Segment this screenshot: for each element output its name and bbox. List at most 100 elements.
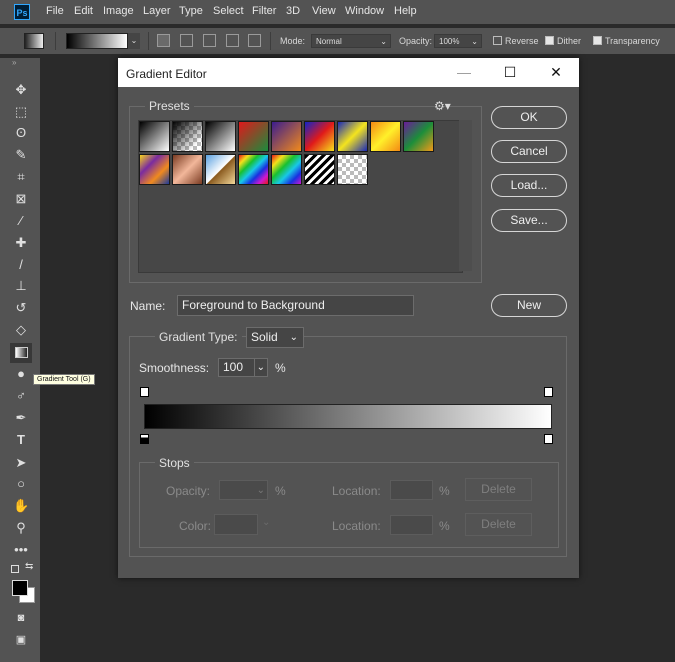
default-colors-icon[interactable] [11, 565, 19, 573]
menu-edit[interactable]: Edit [74, 5, 93, 17]
menu-3d[interactable]: 3D [286, 5, 300, 17]
preset-swatch[interactable] [271, 154, 302, 185]
preset-swatch[interactable] [139, 154, 170, 185]
lasso-tool-icon[interactable]: ʘ [13, 125, 29, 141]
linear-gradient-icon[interactable] [157, 34, 170, 47]
color-stop-left[interactable] [140, 434, 149, 444]
gradient-picker-swatch[interactable] [66, 33, 128, 49]
screen-mode-icon[interactable]: ▣ [13, 632, 29, 648]
maximize-icon[interactable]: ☐ [487, 58, 533, 87]
preset-swatch[interactable] [205, 121, 236, 152]
mode-select[interactable]: Normal ⌄ [311, 34, 391, 48]
ok-button[interactable]: OK [491, 106, 567, 129]
shape-tool-icon[interactable]: ○ [13, 476, 29, 492]
menu-type[interactable]: Type [179, 5, 203, 17]
preset-swatch[interactable] [304, 121, 335, 152]
preset-swatch[interactable] [205, 154, 236, 185]
save-button[interactable]: Save... [491, 209, 567, 232]
stop-color-swatch[interactable] [214, 514, 258, 535]
hand-tool-icon[interactable]: ✋ [13, 498, 29, 514]
gradient-tool-preset-icon[interactable] [24, 33, 44, 49]
angle-gradient-icon[interactable] [203, 34, 216, 47]
preset-swatch[interactable] [172, 121, 203, 152]
chevron-down-icon: ⌄ [471, 37, 478, 46]
dither-checkbox[interactable] [545, 36, 554, 45]
color-stop-right[interactable] [544, 434, 553, 444]
menu-filter[interactable]: Filter [252, 5, 276, 17]
preset-swatch[interactable] [172, 154, 203, 185]
preset-swatch[interactable] [403, 121, 434, 152]
reverse-checkbox[interactable] [493, 36, 502, 45]
preset-swatch[interactable] [337, 121, 368, 152]
menu-file[interactable]: File [46, 5, 64, 17]
menu-help[interactable]: Help [394, 5, 417, 17]
gradient-tool-icon[interactable] [15, 347, 28, 358]
dialog-title: Gradient Editor [126, 67, 207, 81]
eyedropper-tool-icon[interactable]: ⁄ [13, 213, 29, 229]
zoom-tool-icon[interactable]: ⚲ [13, 520, 29, 536]
diamond-gradient-icon[interactable] [248, 34, 261, 47]
delete-opacity-stop-button[interactable]: Delete [465, 478, 532, 501]
path-selection-tool-icon[interactable]: ➤ [13, 455, 29, 471]
preset-swatch[interactable] [304, 154, 335, 185]
collapse-panel-icon[interactable]: » [12, 58, 16, 67]
smoothness-label: Smoothness: [139, 361, 210, 375]
menu-view[interactable]: View [312, 5, 336, 17]
cancel-button[interactable]: Cancel [491, 140, 567, 163]
gradient-preview-bar[interactable] [144, 404, 552, 429]
preset-swatch[interactable] [337, 154, 368, 185]
preset-swatch[interactable] [238, 154, 269, 185]
healing-brush-tool-icon[interactable]: ✚ [13, 235, 29, 251]
stop-opacity-input[interactable]: ⌄ [219, 480, 268, 500]
preset-swatch[interactable] [238, 121, 269, 152]
radial-gradient-icon[interactable] [180, 34, 193, 47]
quick-selection-tool-icon[interactable]: ✎ [13, 147, 29, 163]
gradient-name-input[interactable]: Foreground to Background [177, 295, 414, 316]
load-button[interactable]: Load... [491, 174, 567, 197]
swap-colors-icon[interactable]: ⇆ [25, 561, 33, 572]
quick-mask-icon[interactable]: ◙ [13, 610, 29, 626]
dodge-tool-icon[interactable]: ♂ [13, 388, 29, 404]
menu-image[interactable]: Image [103, 5, 134, 17]
crop-tool-icon[interactable]: ⌗ [13, 169, 29, 185]
preset-swatch[interactable] [370, 121, 401, 152]
menu-window[interactable]: Window [345, 5, 384, 17]
marquee-tool-icon[interactable]: ⬚ [13, 104, 29, 120]
menu-layer[interactable]: Layer [143, 5, 171, 17]
eraser-tool-icon[interactable]: ◇ [13, 322, 29, 338]
preset-swatch[interactable] [271, 121, 302, 152]
type-tool-icon[interactable]: T [13, 432, 29, 448]
foreground-color-swatch[interactable] [12, 580, 28, 596]
dialog-titlebar: Gradient Editor — ☐ ✕ [118, 58, 579, 87]
opacity-location-input[interactable] [390, 480, 433, 500]
reflected-gradient-icon[interactable] [226, 34, 239, 47]
blur-tool-icon[interactable]: ● [13, 366, 29, 382]
move-tool-icon[interactable]: ✥ [13, 82, 29, 98]
smoothness-input[interactable]: 100 ⌄ [218, 358, 268, 377]
delete-color-stop-button[interactable]: Delete [465, 513, 532, 536]
preset-swatch[interactable] [139, 121, 170, 152]
menu-select[interactable]: Select [213, 5, 244, 17]
transparency-checkbox[interactable] [593, 36, 602, 45]
gradient-type-select[interactable]: Solid ⌄ [246, 327, 304, 348]
new-button[interactable]: New [491, 294, 567, 317]
color-location-percent: % [439, 519, 450, 533]
more-tools-icon[interactable]: ••• [13, 542, 29, 558]
history-brush-tool-icon[interactable]: ↺ [13, 300, 29, 316]
close-icon[interactable]: ✕ [533, 58, 579, 87]
stops-label: Stops [155, 456, 194, 470]
opacity-stop-right[interactable] [544, 387, 553, 397]
opacity-select[interactable]: 100% ⌄ [434, 34, 482, 48]
gradient-picker-dropdown-icon[interactable]: ⌄ [128, 33, 140, 49]
presets-scrollbar[interactable] [459, 120, 472, 271]
pen-tool-icon[interactable]: ✒ [13, 410, 29, 426]
color-location-input[interactable] [390, 515, 433, 535]
frame-tool-icon[interactable]: ⊠ [13, 191, 29, 207]
opacity-stop-left[interactable] [140, 387, 149, 397]
brush-tool-icon[interactable]: / [13, 257, 29, 273]
minimize-icon[interactable]: — [441, 58, 487, 87]
presets-label: Presets [145, 99, 194, 113]
clone-stamp-tool-icon[interactable]: ⊥ [13, 278, 29, 294]
chevron-down-icon: ⌄ [256, 485, 265, 496]
presets-gear-icon[interactable]: ⚙▾ [434, 99, 451, 113]
